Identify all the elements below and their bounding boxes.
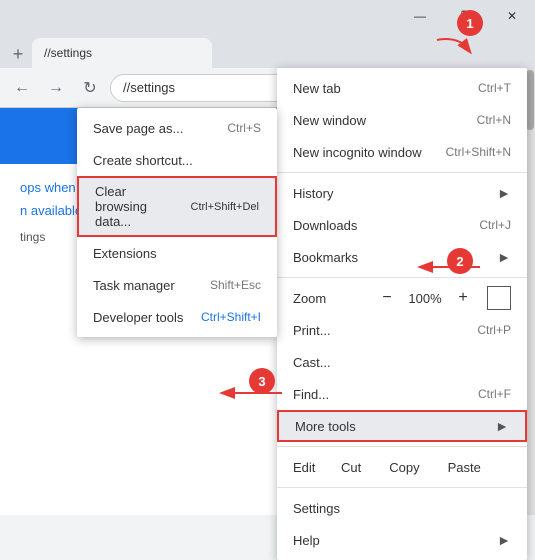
menu-item-find[interactable]: Find... Ctrl+F: [277, 378, 527, 410]
submenu-item-developer-tools[interactable]: Developer tools Ctrl+Shift+I: [77, 301, 277, 333]
menu-item-history[interactable]: History ►: [277, 177, 527, 209]
bookmarks-arrow-icon: ►: [497, 249, 511, 265]
submenu-item-task-manager[interactable]: Task manager Shift+Esc: [77, 269, 277, 301]
cut-button[interactable]: Cut: [329, 456, 373, 479]
paste-button[interactable]: Paste: [436, 456, 493, 479]
back-button[interactable]: ←: [8, 74, 36, 102]
menu-item-print[interactable]: Print... Ctrl+P: [277, 314, 527, 346]
annotation-2: 2: [447, 248, 473, 274]
browser-frame: — ❐ ✕ + //settings ← → ↻ //settings ☆ 👤 …: [0, 0, 535, 515]
menu-item-new-tab[interactable]: New tab Ctrl+T: [277, 72, 527, 104]
close-button[interactable]: ✕: [489, 0, 535, 32]
zoom-controls: − 100% +: [375, 286, 511, 310]
refresh-button[interactable]: ↻: [76, 74, 104, 102]
submenu-item-extensions[interactable]: Extensions: [77, 237, 277, 269]
zoom-out-button[interactable]: −: [375, 286, 399, 310]
new-tab-button[interactable]: +: [4, 40, 32, 68]
menu-section-4: Edit Cut Copy Paste: [277, 447, 527, 488]
edit-row: Edit Cut Copy Paste: [277, 451, 527, 483]
submenu-item-save-page[interactable]: Save page as... Ctrl+S: [77, 112, 277, 144]
fullscreen-button[interactable]: [487, 286, 511, 310]
more-tools-arrow-icon: ►: [495, 418, 509, 434]
menu-item-new-window[interactable]: New window Ctrl+N: [277, 104, 527, 136]
menu-item-settings[interactable]: Settings: [277, 492, 527, 524]
scrollbar-thumb[interactable]: [526, 70, 534, 130]
forward-button[interactable]: →: [42, 74, 70, 102]
menu-section-1: New tab Ctrl+T New window Ctrl+N New inc…: [277, 68, 527, 173]
help-arrow-icon: ►: [497, 532, 511, 548]
copy-button[interactable]: Copy: [377, 456, 431, 479]
main-dropdown-menu: New tab Ctrl+T New window Ctrl+N New inc…: [277, 68, 527, 560]
url-text: //settings: [123, 80, 175, 95]
history-arrow-icon: ►: [497, 185, 511, 201]
menu-section-3: Zoom − 100% + Print... Ctrl+P Cast... Fi…: [277, 278, 527, 447]
submenu-item-clear-browsing[interactable]: Clear browsing data... Ctrl+Shift+Del: [77, 176, 277, 237]
menu-section-5: Settings Help ►: [277, 488, 527, 560]
more-tools-submenu: Save page as... Ctrl+S Create shortcut..…: [77, 108, 277, 337]
submenu-item-create-shortcut[interactable]: Create shortcut...: [77, 144, 277, 176]
tab-label: //settings: [44, 46, 92, 60]
active-tab[interactable]: //settings: [32, 38, 212, 68]
menu-item-cast[interactable]: Cast...: [277, 346, 527, 378]
annotation-1: 1: [457, 10, 483, 36]
menu-item-help[interactable]: Help ►: [277, 524, 527, 556]
menu-item-more-tools[interactable]: More tools ►: [277, 410, 527, 442]
zoom-row: Zoom − 100% +: [277, 282, 527, 314]
annotation-3: 3: [249, 368, 275, 394]
menu-item-new-incognito[interactable]: New incognito window Ctrl+Shift+N: [277, 136, 527, 168]
menu-item-downloads[interactable]: Downloads Ctrl+J: [277, 209, 527, 241]
zoom-in-button[interactable]: +: [451, 286, 475, 310]
